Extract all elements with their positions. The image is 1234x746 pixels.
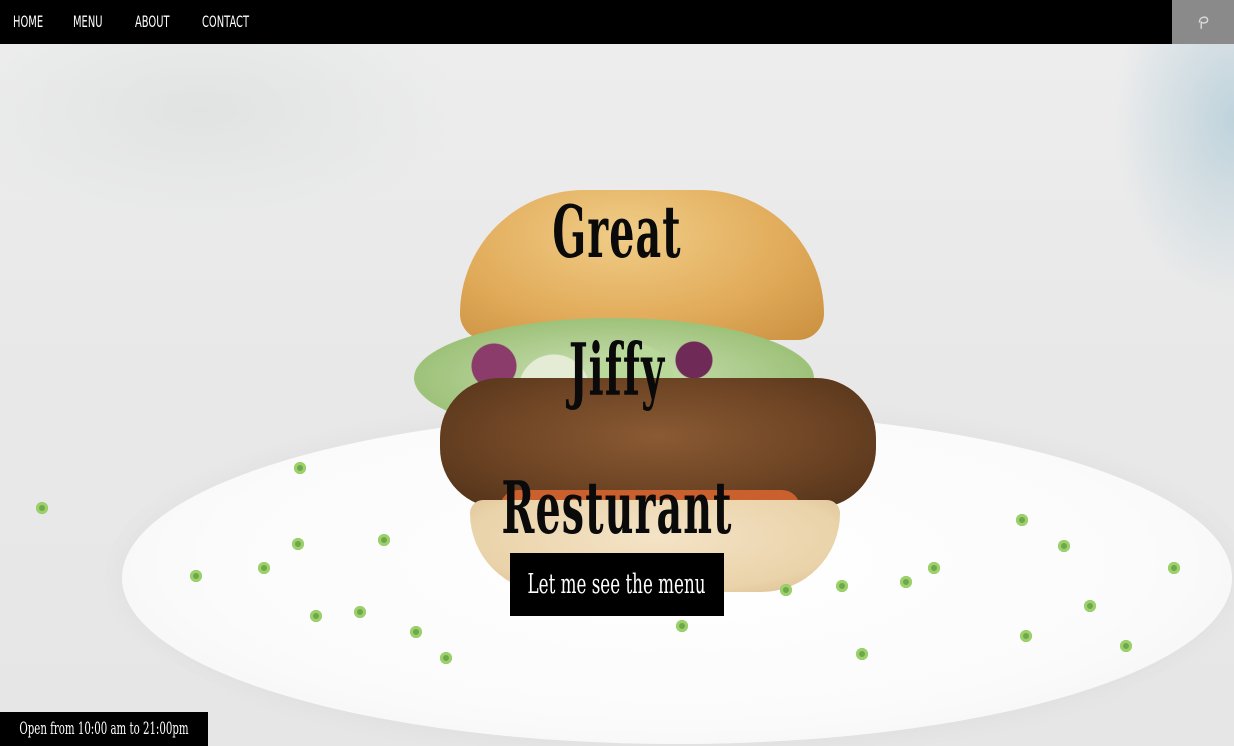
chive-garnish — [1168, 562, 1180, 574]
corner-logo-button[interactable] — [1172, 0, 1234, 44]
chive-garnish — [410, 626, 422, 638]
leaf-logo-icon — [1198, 16, 1209, 30]
top-nav-bar: HOME MENU ABOUT CONTACT — [0, 0, 1234, 44]
chive-garnish — [258, 562, 270, 574]
chive-garnish — [676, 620, 688, 632]
chive-garnish — [1016, 514, 1028, 526]
chive-garnish — [354, 606, 366, 618]
chive-garnish — [310, 610, 322, 622]
opening-hours-badge: Open from 10:00 am to 21:00pm — [0, 712, 208, 746]
chive-garnish — [294, 462, 306, 474]
nav-item-about[interactable]: ABOUT — [135, 0, 202, 44]
opening-hours-text: Open from 10:00 am to 21:00pm — [19, 719, 189, 739]
chive-garnish — [856, 648, 868, 660]
nav-link-menu[interactable]: MENU — [73, 0, 103, 44]
chive-garnish — [928, 562, 940, 574]
chive-garnish — [190, 570, 202, 582]
view-menu-button-label: Let me see the menu — [528, 569, 706, 600]
nav-item-home[interactable]: HOME — [13, 0, 73, 44]
nav-item-menu[interactable]: MENU — [73, 0, 135, 44]
hero-background-photo — [0, 0, 1234, 746]
chive-garnish — [836, 580, 848, 592]
chive-garnish — [36, 502, 48, 514]
chive-garnish — [440, 652, 452, 664]
chive-garnish — [1084, 600, 1096, 612]
view-menu-button[interactable]: Let me see the menu — [510, 553, 724, 616]
nav-link-about[interactable]: ABOUT — [135, 0, 170, 44]
chive-garnish — [900, 576, 912, 588]
chive-garnish — [780, 584, 792, 596]
chive-garnish — [1058, 540, 1070, 552]
burger-bun-top — [460, 190, 824, 340]
chive-garnish — [1120, 640, 1132, 652]
main-nav: HOME MENU ABOUT CONTACT — [13, 0, 272, 44]
nav-item-contact[interactable]: CONTACT — [202, 0, 272, 44]
chive-garnish — [378, 534, 390, 546]
nav-link-home[interactable]: HOME — [13, 0, 43, 44]
nav-link-contact[interactable]: CONTACT — [202, 0, 249, 44]
burger-patty — [440, 378, 876, 508]
landing-page: HOME MENU ABOUT CONTACT Great Jiffy Rest… — [0, 0, 1234, 746]
chive-garnish — [292, 538, 304, 550]
chive-garnish — [1020, 630, 1032, 642]
